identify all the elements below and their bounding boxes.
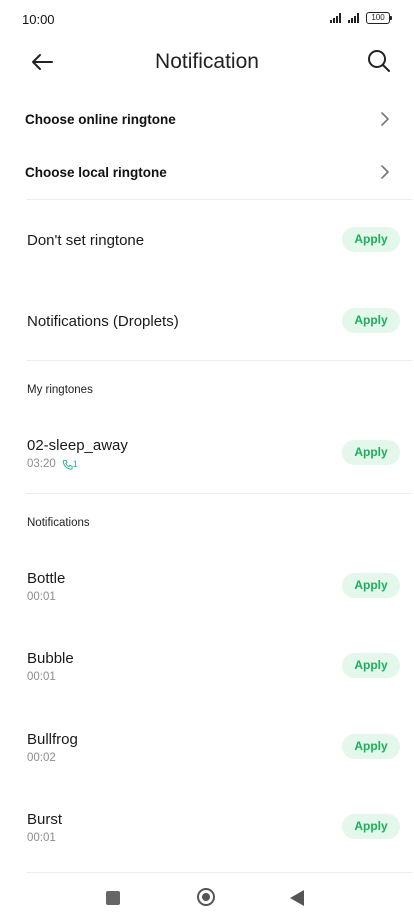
apply-button[interactable]: Apply xyxy=(342,814,400,839)
list-item[interactable]: 02-sleep_away 03:20 1 Apply xyxy=(0,434,414,476)
recent-apps-icon[interactable] xyxy=(106,891,120,905)
ringtone-duration: 00:01 xyxy=(27,671,56,683)
apply-button[interactable]: Apply xyxy=(342,308,400,333)
chevron-right-icon xyxy=(381,112,389,126)
page-title: Notification xyxy=(155,50,259,73)
search-icon[interactable] xyxy=(366,48,392,74)
apply-button[interactable]: Apply xyxy=(342,573,400,598)
list-item[interactable]: Bubble 00:01 Apply xyxy=(0,647,414,689)
choose-online-ringtone-label: Choose online ringtone xyxy=(25,112,176,127)
chevron-right-icon xyxy=(381,165,389,179)
ringtone-meta: 03:20 1 xyxy=(27,458,78,470)
sim-ringtone-badge: 1 xyxy=(62,459,78,470)
apply-button[interactable]: Apply xyxy=(342,227,400,252)
status-icons: 100 xyxy=(330,12,392,24)
divider xyxy=(26,360,412,361)
sim-number: 1 xyxy=(72,459,78,469)
signal-icon xyxy=(330,13,341,23)
home-icon[interactable] xyxy=(197,888,215,906)
list-item[interactable]: Don't set ringtone Apply xyxy=(0,222,414,258)
divider xyxy=(26,493,412,494)
apply-button[interactable]: Apply xyxy=(342,734,400,759)
ringtone-name: Don't set ringtone xyxy=(27,232,145,249)
list-item[interactable]: Bottle 00:01 Apply xyxy=(0,567,414,609)
battery-icon: 100 xyxy=(366,12,392,24)
back-triangle-icon[interactable] xyxy=(290,890,304,906)
top-app-bar: Notification xyxy=(0,38,414,88)
ringtone-name: Bottle xyxy=(27,570,66,587)
status-bar: 10:00 100 xyxy=(0,0,414,38)
list-item[interactable]: Burst 00:01 Apply xyxy=(0,808,414,850)
system-navigation-bar xyxy=(0,872,414,920)
list-item[interactable]: Bullfrog 00:02 Apply xyxy=(0,728,414,770)
phone-icon xyxy=(62,459,73,470)
ringtone-duration: 00:01 xyxy=(27,591,56,603)
section-heading-my-ringtones: My ringtones xyxy=(27,384,93,396)
ringtone-duration: 00:01 xyxy=(27,832,56,844)
signal-icon-2 xyxy=(348,13,359,23)
choose-local-ringtone-label: Choose local ringtone xyxy=(25,165,167,180)
ringtone-duration: 00:02 xyxy=(27,752,56,764)
status-time: 10:00 xyxy=(22,12,55,27)
section-heading-notifications: Notifications xyxy=(27,517,90,529)
ringtone-name: 02-sleep_away xyxy=(27,437,128,454)
choose-local-ringtone-row[interactable]: Choose local ringtone xyxy=(0,157,414,187)
apply-button[interactable]: Apply xyxy=(342,653,400,678)
ringtone-name: Bullfrog xyxy=(27,731,78,748)
divider xyxy=(26,199,412,200)
choose-online-ringtone-row[interactable]: Choose online ringtone xyxy=(0,104,414,134)
apply-button[interactable]: Apply xyxy=(342,440,400,465)
ringtone-duration: 03:20 xyxy=(27,458,56,470)
list-item[interactable]: Notifications (Droplets) Apply xyxy=(0,303,414,339)
ringtone-name: Bubble xyxy=(27,650,74,667)
ringtone-name: Notifications (Droplets) xyxy=(27,313,179,330)
ringtone-name: Burst xyxy=(27,811,63,828)
